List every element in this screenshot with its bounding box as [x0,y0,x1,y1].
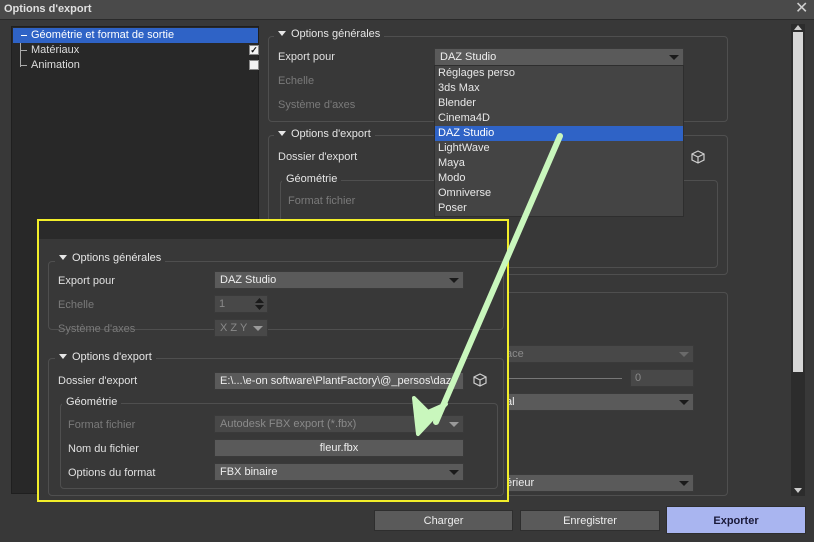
annotation-arrow-icon [412,133,563,436]
